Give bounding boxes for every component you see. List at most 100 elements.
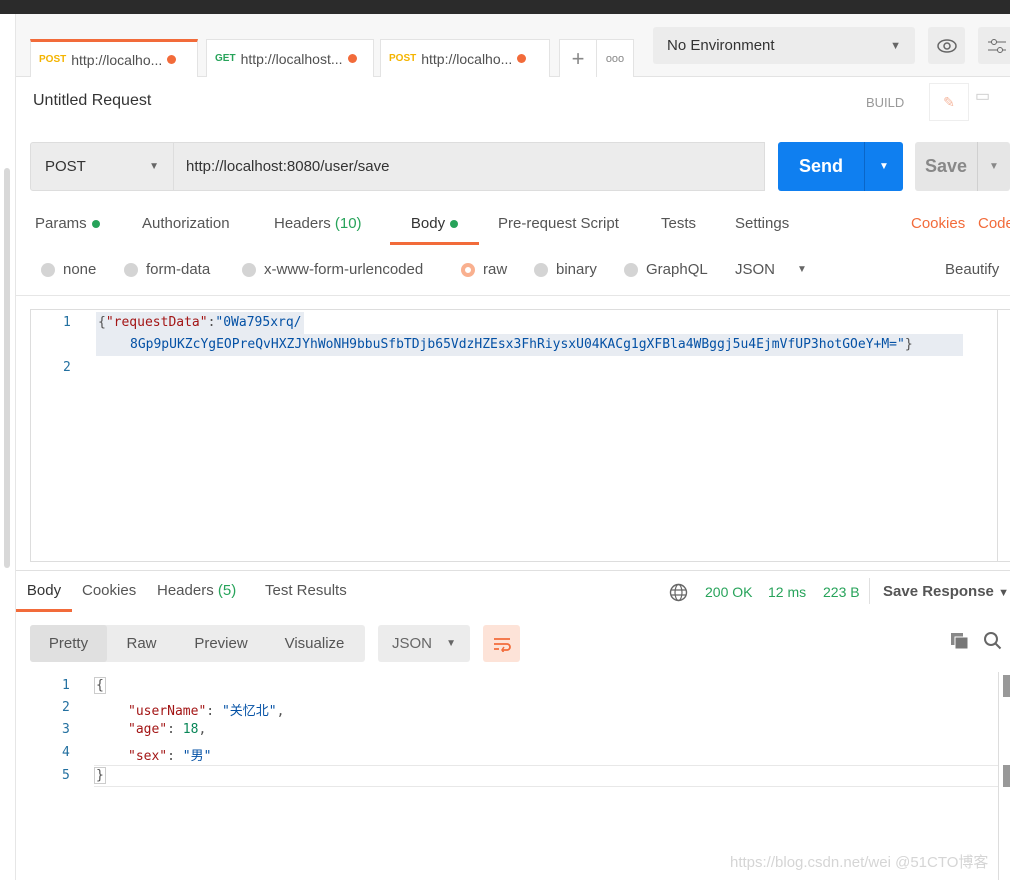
line-number: 5 (62, 768, 70, 783)
code-brace-open: { (94, 677, 106, 694)
code-line-4: "sex": "男" (128, 749, 212, 764)
request-tab-2[interactable]: GET http://localhost... (206, 39, 374, 77)
tab-tests[interactable]: Tests (661, 215, 696, 232)
radio-urlencoded[interactable]: x-www-form-urlencoded (242, 261, 423, 278)
response-scrollbar[interactable] (1003, 675, 1010, 697)
radio-none[interactable]: none (41, 261, 96, 278)
method-label: POST (45, 158, 86, 175)
response-tab-cookies[interactable]: Cookies (82, 582, 136, 599)
wrap-lines-button[interactable] (483, 625, 520, 662)
radio-label: raw (483, 261, 508, 278)
tab-headers[interactable]: Headers (10) (274, 215, 362, 232)
code-brace-close: } (94, 767, 106, 784)
body-format-select[interactable]: JSON ▼ (735, 261, 807, 278)
copy-icon[interactable] (950, 632, 970, 650)
tab-authorization[interactable]: Authorization (142, 215, 230, 232)
radio-binary[interactable]: binary (534, 261, 597, 278)
tab-pre-request-script[interactable]: Pre-request Script (498, 215, 619, 232)
response-format-select[interactable]: JSON ▼ (378, 625, 470, 662)
caret-down-icon: ▼ (149, 161, 159, 172)
caret-down-icon: ▼ (998, 587, 1009, 599)
code-link[interactable]: Code (978, 215, 1010, 232)
sliders-icon (987, 38, 1006, 53)
tab-options-button[interactable]: ooo (596, 39, 634, 77)
divider (16, 295, 1010, 296)
build-mode-label[interactable]: BUILD (866, 95, 904, 110)
tab-settings[interactable]: Settings (735, 215, 789, 232)
radio-icon (41, 262, 55, 277)
response-tab-body[interactable]: Body (16, 582, 72, 612)
radio-selected-icon (461, 262, 475, 277)
request-title[interactable]: Untitled Request (33, 92, 151, 110)
view-preview[interactable]: Preview (176, 635, 266, 652)
search-icon[interactable] (983, 631, 1003, 651)
active-indicator-icon (91, 220, 100, 229)
radio-icon (124, 262, 138, 277)
edit-button[interactable]: ✎ (929, 83, 969, 121)
code-line-2: "userName": "关忆北", (128, 704, 285, 719)
save-label: Save (924, 156, 968, 176)
view-visualize[interactable]: Visualize (266, 635, 363, 652)
response-tab-headers[interactable]: Headers (5) (157, 582, 236, 599)
tab-method: GET (215, 53, 236, 64)
view-pretty[interactable]: Pretty (30, 625, 107, 662)
radio-label: binary (556, 261, 597, 278)
line-number: 2 (63, 360, 71, 375)
tab-label: Headers (157, 582, 214, 599)
comments-icon[interactable]: ▭ (975, 86, 990, 106)
response-view-switch: Pretty Raw Preview Visualize (30, 625, 365, 662)
request-tab-3[interactable]: POST http://localho... (380, 39, 550, 77)
status-code[interactable]: 200 OK (705, 584, 752, 600)
code-line-3: "age": 18, (128, 722, 207, 737)
divider (998, 672, 999, 880)
current-line-highlight (94, 765, 998, 787)
send-button[interactable]: Send ▼ (778, 142, 903, 191)
caret-down-icon: ▼ (797, 264, 807, 275)
tab-params[interactable]: Params (35, 215, 100, 232)
response-size[interactable]: 223 B (823, 584, 860, 600)
radio-label: none (63, 261, 97, 278)
globe-icon[interactable] (669, 583, 688, 602)
code-line-1: {"requestData":"0Wa795xrq/ (96, 312, 304, 334)
unsaved-dot-icon (517, 54, 527, 63)
environment-label: No Environment (667, 37, 775, 54)
response-time[interactable]: 12 ms (768, 584, 806, 600)
save-options-caret-icon[interactable]: ▼ (977, 142, 1010, 191)
divider (869, 578, 870, 604)
save-response-button[interactable]: Save Response ▼ (883, 583, 1009, 600)
send-options-caret-icon[interactable]: ▼ (864, 142, 903, 191)
radio-form-data[interactable]: form-data (124, 261, 210, 278)
environment-quick-look-button[interactable] (928, 27, 965, 64)
wrap-icon (493, 637, 511, 652)
unsaved-dot-icon (347, 54, 357, 63)
radio-icon (242, 262, 256, 277)
tab-url: http://localho... (71, 51, 163, 68)
response-tab-test-results[interactable]: Test Results (265, 582, 347, 599)
view-raw[interactable]: Raw (107, 635, 176, 652)
new-tab-button[interactable]: + (559, 39, 597, 77)
tab-body[interactable]: Body (390, 215, 479, 245)
tab-label: Params (35, 215, 87, 232)
editor-scrollbar[interactable] (997, 310, 1010, 562)
caret-down-icon: ▼ (890, 39, 901, 52)
beautify-button[interactable]: Beautify (945, 261, 999, 278)
code-line-1-wrap: 8Gp9pUKZcYgEOPreQvHXZJYhWoNH9bbuSfbTDjb6… (96, 334, 963, 356)
cookies-link[interactable]: Cookies (911, 215, 965, 232)
watermark: https://blog.csdn.net/wei @51CTO博客 (730, 854, 989, 871)
url-input[interactable]: http://localhost:8080/user/save (174, 142, 765, 191)
manage-environments-button[interactable] (978, 27, 1010, 64)
save-button[interactable]: Save ▼ (915, 142, 1010, 191)
radio-raw[interactable]: raw (461, 261, 507, 278)
send-label: Send (798, 156, 843, 176)
sidebar-scrollbar[interactable] (4, 168, 10, 568)
radio-label: form-data (146, 261, 211, 278)
line-number: 1 (62, 678, 70, 693)
request-tab-1[interactable]: POST http://localho... (30, 39, 198, 77)
line-number: 4 (62, 745, 70, 760)
request-body-editor[interactable]: 1 2 {"requestData":"0Wa795xrq/ 8Gp9pUKZc… (30, 309, 1010, 562)
radio-graphql[interactable]: GraphQL (624, 261, 708, 278)
headers-count: (10) (334, 215, 362, 232)
environment-select[interactable]: No Environment ▼ (653, 27, 915, 64)
divider (16, 570, 1010, 571)
method-select[interactable]: POST ▼ (30, 142, 174, 191)
